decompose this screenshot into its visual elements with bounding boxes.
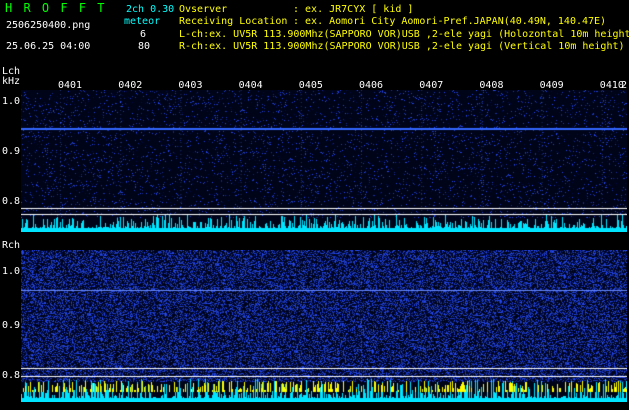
location-label: Receiving Location — [179, 16, 288, 27]
rch-ytick-0.9: 0.9 — [2, 320, 21, 331]
meteor-count-r: 80 — [138, 41, 151, 52]
filename: 2506250400.png — [6, 20, 91, 31]
rch-ytick-0.8: 0.8 — [2, 370, 21, 381]
lch-ytick-0.9: 0.9 — [2, 146, 21, 157]
observer-value: : ex. JR7CYX [ kid ] — [293, 4, 414, 15]
lch-spectrogram — [21, 90, 627, 232]
app-name: H R O F F T — [5, 1, 107, 15]
rch-ytick-1.0: 1.0 — [2, 266, 21, 277]
rch-description: R-ch:ex. UV5R 113.900Mhz(SAPPORO VOR)USB… — [179, 41, 625, 52]
rch-spectrogram — [21, 250, 627, 402]
lch-ytick-0.8: 0.8 — [2, 196, 21, 207]
meteor-count-l: 6 — [140, 29, 147, 40]
datetime: 25.06.25 04:00 — [6, 41, 91, 52]
khz-unit-label: kHz — [2, 76, 21, 87]
mode-label: 2ch 0.30 — [126, 4, 175, 15]
lch-description: L-ch:ex. UV5R 113.900Mhz(SAPPORO VOR)USB… — [179, 29, 629, 40]
observer-label: Ovserver — [179, 4, 228, 15]
rch-label: Rch — [2, 240, 21, 251]
lch-ytick-1.0: 1.0 — [2, 96, 21, 107]
location-value: : ex. Aomori City Aomori-Pref.JAPAN(40.4… — [293, 16, 607, 27]
meteor-label: meteor — [124, 16, 161, 27]
